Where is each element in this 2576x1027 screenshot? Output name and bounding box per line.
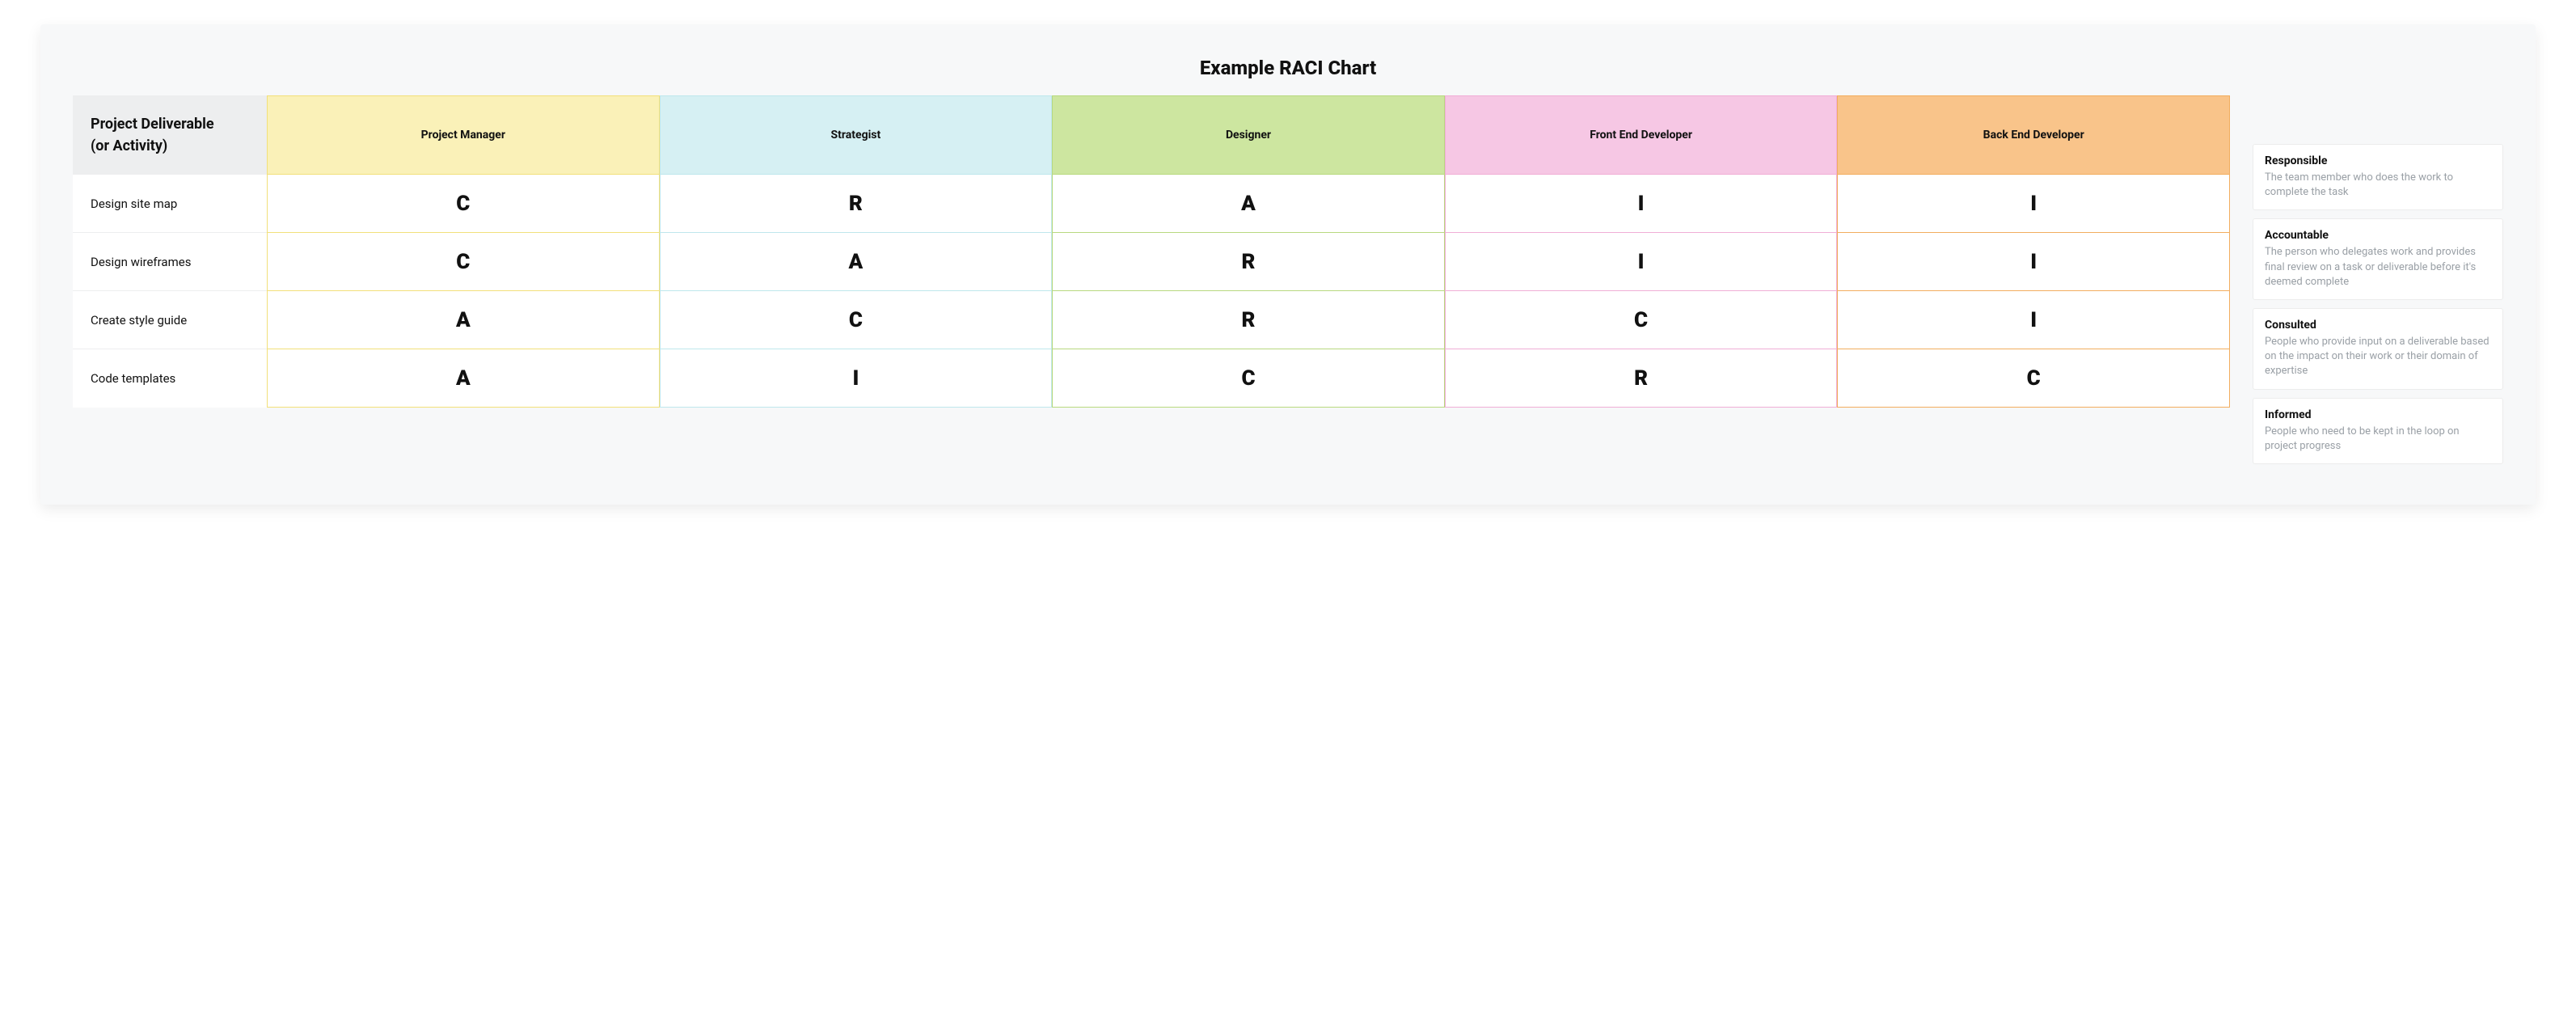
raci-cell: C — [267, 175, 660, 233]
raci-cell: C — [267, 233, 660, 291]
raci-table: Project Deliverable (or Activity) Projec… — [73, 95, 2230, 408]
raci-cell: I — [1837, 291, 2230, 349]
legend-term: Accountable — [2265, 229, 2491, 242]
role-header: Designer — [1052, 95, 1445, 175]
legend: Responsible The team member who does the … — [2253, 95, 2503, 464]
raci-cell: R — [1052, 233, 1445, 291]
table-row: Design wireframesCARII — [73, 233, 2230, 291]
raci-cell: A — [1052, 175, 1445, 233]
row-label: Create style guide — [73, 291, 267, 349]
content-row: Project Deliverable (or Activity) Projec… — [73, 95, 2503, 464]
legend-definition: People who provide input on a deliverabl… — [2265, 335, 2491, 379]
raci-cell: I — [1445, 233, 1838, 291]
legend-item: Accountable The person who delegates work… — [2253, 218, 2503, 300]
legend-definition: The person who delegates work and provid… — [2265, 245, 2491, 290]
raci-card: Example RACI Chart Project Deliverable (… — [40, 24, 2536, 505]
legend-item: Informed People who need to be kept in th… — [2253, 398, 2503, 464]
role-header: Back End Developer — [1837, 95, 2230, 175]
raci-cell: A — [267, 349, 660, 408]
legend-term: Consulted — [2265, 319, 2491, 332]
role-header: Strategist — [660, 95, 1053, 175]
raci-cell: R — [1445, 349, 1838, 408]
row-label: Design wireframes — [73, 233, 267, 291]
corner-header: Project Deliverable (or Activity) — [73, 95, 267, 175]
role-header: Front End Developer — [1445, 95, 1838, 175]
corner-header-line2: (or Activity) — [91, 137, 167, 154]
chart-title: Example RACI Chart — [73, 57, 2503, 79]
raci-cell: C — [660, 291, 1053, 349]
raci-cell: R — [660, 175, 1053, 233]
header-row: Project Deliverable (or Activity) Projec… — [73, 95, 2230, 175]
legend-term: Informed — [2265, 408, 2491, 421]
table-row: Design site mapCRAII — [73, 175, 2230, 233]
table-row: Create style guideACRCI — [73, 291, 2230, 349]
raci-table-wrap: Project Deliverable (or Activity) Projec… — [73, 95, 2230, 408]
corner-header-line1: Project Deliverable — [91, 116, 214, 133]
legend-item: Responsible The team member who does the … — [2253, 144, 2503, 210]
raci-cell: A — [660, 233, 1053, 291]
raci-cell: A — [267, 291, 660, 349]
table-row: Code templatesAICRC — [73, 349, 2230, 408]
raci-cell: I — [1445, 175, 1838, 233]
role-header: Project Manager — [267, 95, 660, 175]
row-label: Code templates — [73, 349, 267, 408]
raci-cell: C — [1445, 291, 1838, 349]
raci-cell: I — [1837, 175, 2230, 233]
legend-term: Responsible — [2265, 154, 2491, 167]
raci-tbody: Design site mapCRAIIDesign wireframesCAR… — [73, 175, 2230, 408]
raci-cell: I — [1837, 233, 2230, 291]
legend-item: Consulted People who provide input on a d… — [2253, 308, 2503, 390]
row-label: Design site map — [73, 175, 267, 233]
legend-definition: People who need to be kept in the loop o… — [2265, 425, 2491, 454]
raci-cell: I — [660, 349, 1053, 408]
raci-cell: C — [1052, 349, 1445, 408]
raci-cell: C — [1837, 349, 2230, 408]
legend-definition: The team member who does the work to com… — [2265, 171, 2491, 200]
raci-cell: R — [1052, 291, 1445, 349]
